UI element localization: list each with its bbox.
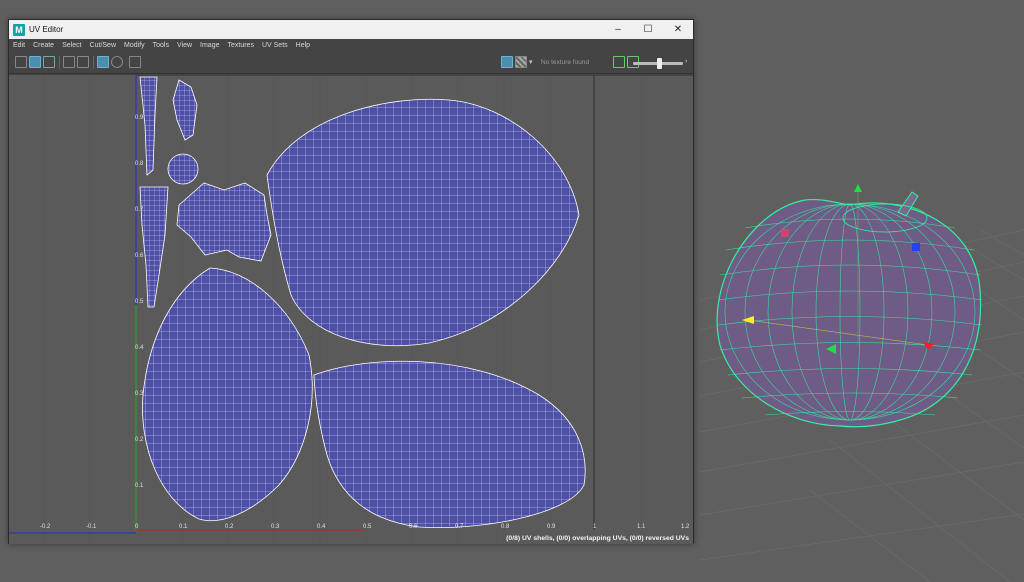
x-tick-label: 0.2 [225,524,234,530]
uv-shell-body-top-right [266,98,580,347]
y-tick-label: 0.1 [135,483,144,489]
y-tick-label: 0.7 [135,207,144,213]
x-tick-label: 1.2 [681,524,690,530]
menu-cut-sew[interactable]: Cut/Sew [90,42,116,49]
x-tick-label: 0.4 [317,524,326,530]
x-tick-label: 0.7 [455,524,464,530]
menu-view[interactable]: View [177,42,192,49]
grid-toggle-icon[interactable] [97,56,109,68]
menu-bar: Edit Create Select Cut/Sew Modify Tools … [9,39,693,52]
checker-icon[interactable] [515,56,527,68]
x-tick-label: 0.5 [363,524,372,530]
title-bar[interactable]: M UV Editor – ☐ ✕ [9,20,693,39]
x-tick-label: 0.8 [501,524,510,530]
menu-tools[interactable]: Tools [153,42,169,49]
menu-image[interactable]: Image [200,42,219,49]
menu-uv-sets[interactable]: UV Sets [262,42,288,49]
apple-model [716,191,983,428]
menu-edit[interactable]: Edit [13,42,25,49]
uv-editor-window[interactable]: M UV Editor – ☐ ✕ Edit Create Select Cut… [8,19,694,544]
isolate-icon[interactable] [111,56,123,68]
shell-icon[interactable] [63,56,75,68]
x-tick-label: 0.9 [547,524,556,530]
display-image-icon[interactable] [501,56,513,68]
y-tick-label: 0.9 [135,115,144,121]
menu-create[interactable]: Create [33,42,54,49]
expand-icon[interactable]: › [685,58,687,65]
menu-textures[interactable]: Textures [228,42,254,49]
toolbar-separator [93,56,94,69]
exposure-slider-handle[interactable] [657,58,662,69]
window-title: UV Editor [29,25,64,34]
face-mode-icon[interactable] [43,56,55,68]
dropdown-arrow-icon[interactable]: ▾ [529,58,533,66]
y-tick-label: 0.3 [135,391,144,397]
x-tick-label: -0.2 [40,524,51,530]
y-tick-label: 0.5 [135,299,144,305]
y-tick-label: 0.4 [135,345,144,351]
uv-shell-leaf-top [172,79,198,141]
uv-shells [139,76,586,528]
y-tick-label: 0.8 [135,161,144,167]
y-tick-label: 0.6 [135,253,144,259]
toolbar-separator [59,56,60,69]
x-tick-label: -0.1 [86,524,97,530]
border-icon[interactable] [77,56,89,68]
x-tick-label: 1 [593,524,597,530]
menu-help[interactable]: Help [296,42,310,49]
menu-select[interactable]: Select [62,42,81,49]
uv-status-bar: (0/8) UV shells, (0/0) overlapping UVs, … [506,535,689,542]
vertex-mode-icon[interactable] [15,56,27,68]
uv-shell-body-bottom-right [313,360,586,528]
maya-app-icon: M [13,23,25,36]
uv-shell-body-bottom-left [142,267,313,522]
x-tick-label: 1.1 [637,524,646,530]
uv-shell-calyx [176,182,272,262]
x-tick-label: 0.1 [179,524,188,530]
minimize-button[interactable]: – [603,20,633,39]
menu-modify[interactable]: Modify [124,42,145,49]
uv-toolbar: ▾ No texture found › [9,52,693,74]
maximize-button[interactable]: ☐ [633,20,663,39]
close-button[interactable]: ✕ [663,20,693,39]
snapshot-icon[interactable] [129,56,141,68]
x-tick-label: 0.3 [271,524,280,530]
x-tick-label: 0 [135,524,139,530]
uv-mode-icon[interactable] [29,56,41,68]
uv-canvas[interactable]: -0.2 -0.1 0 0.1 0.2 0.3 0.4 0.5 0.6 0.7 … [9,75,693,544]
x-tick-label: 0.6 [409,524,418,530]
uv-shell-cap [167,153,199,185]
texture-status: No texture found [541,59,590,66]
y-tick-label: 0.2 [135,437,144,443]
uv-shell-stem-bottom [139,186,169,308]
refresh-icon[interactable] [613,56,625,68]
